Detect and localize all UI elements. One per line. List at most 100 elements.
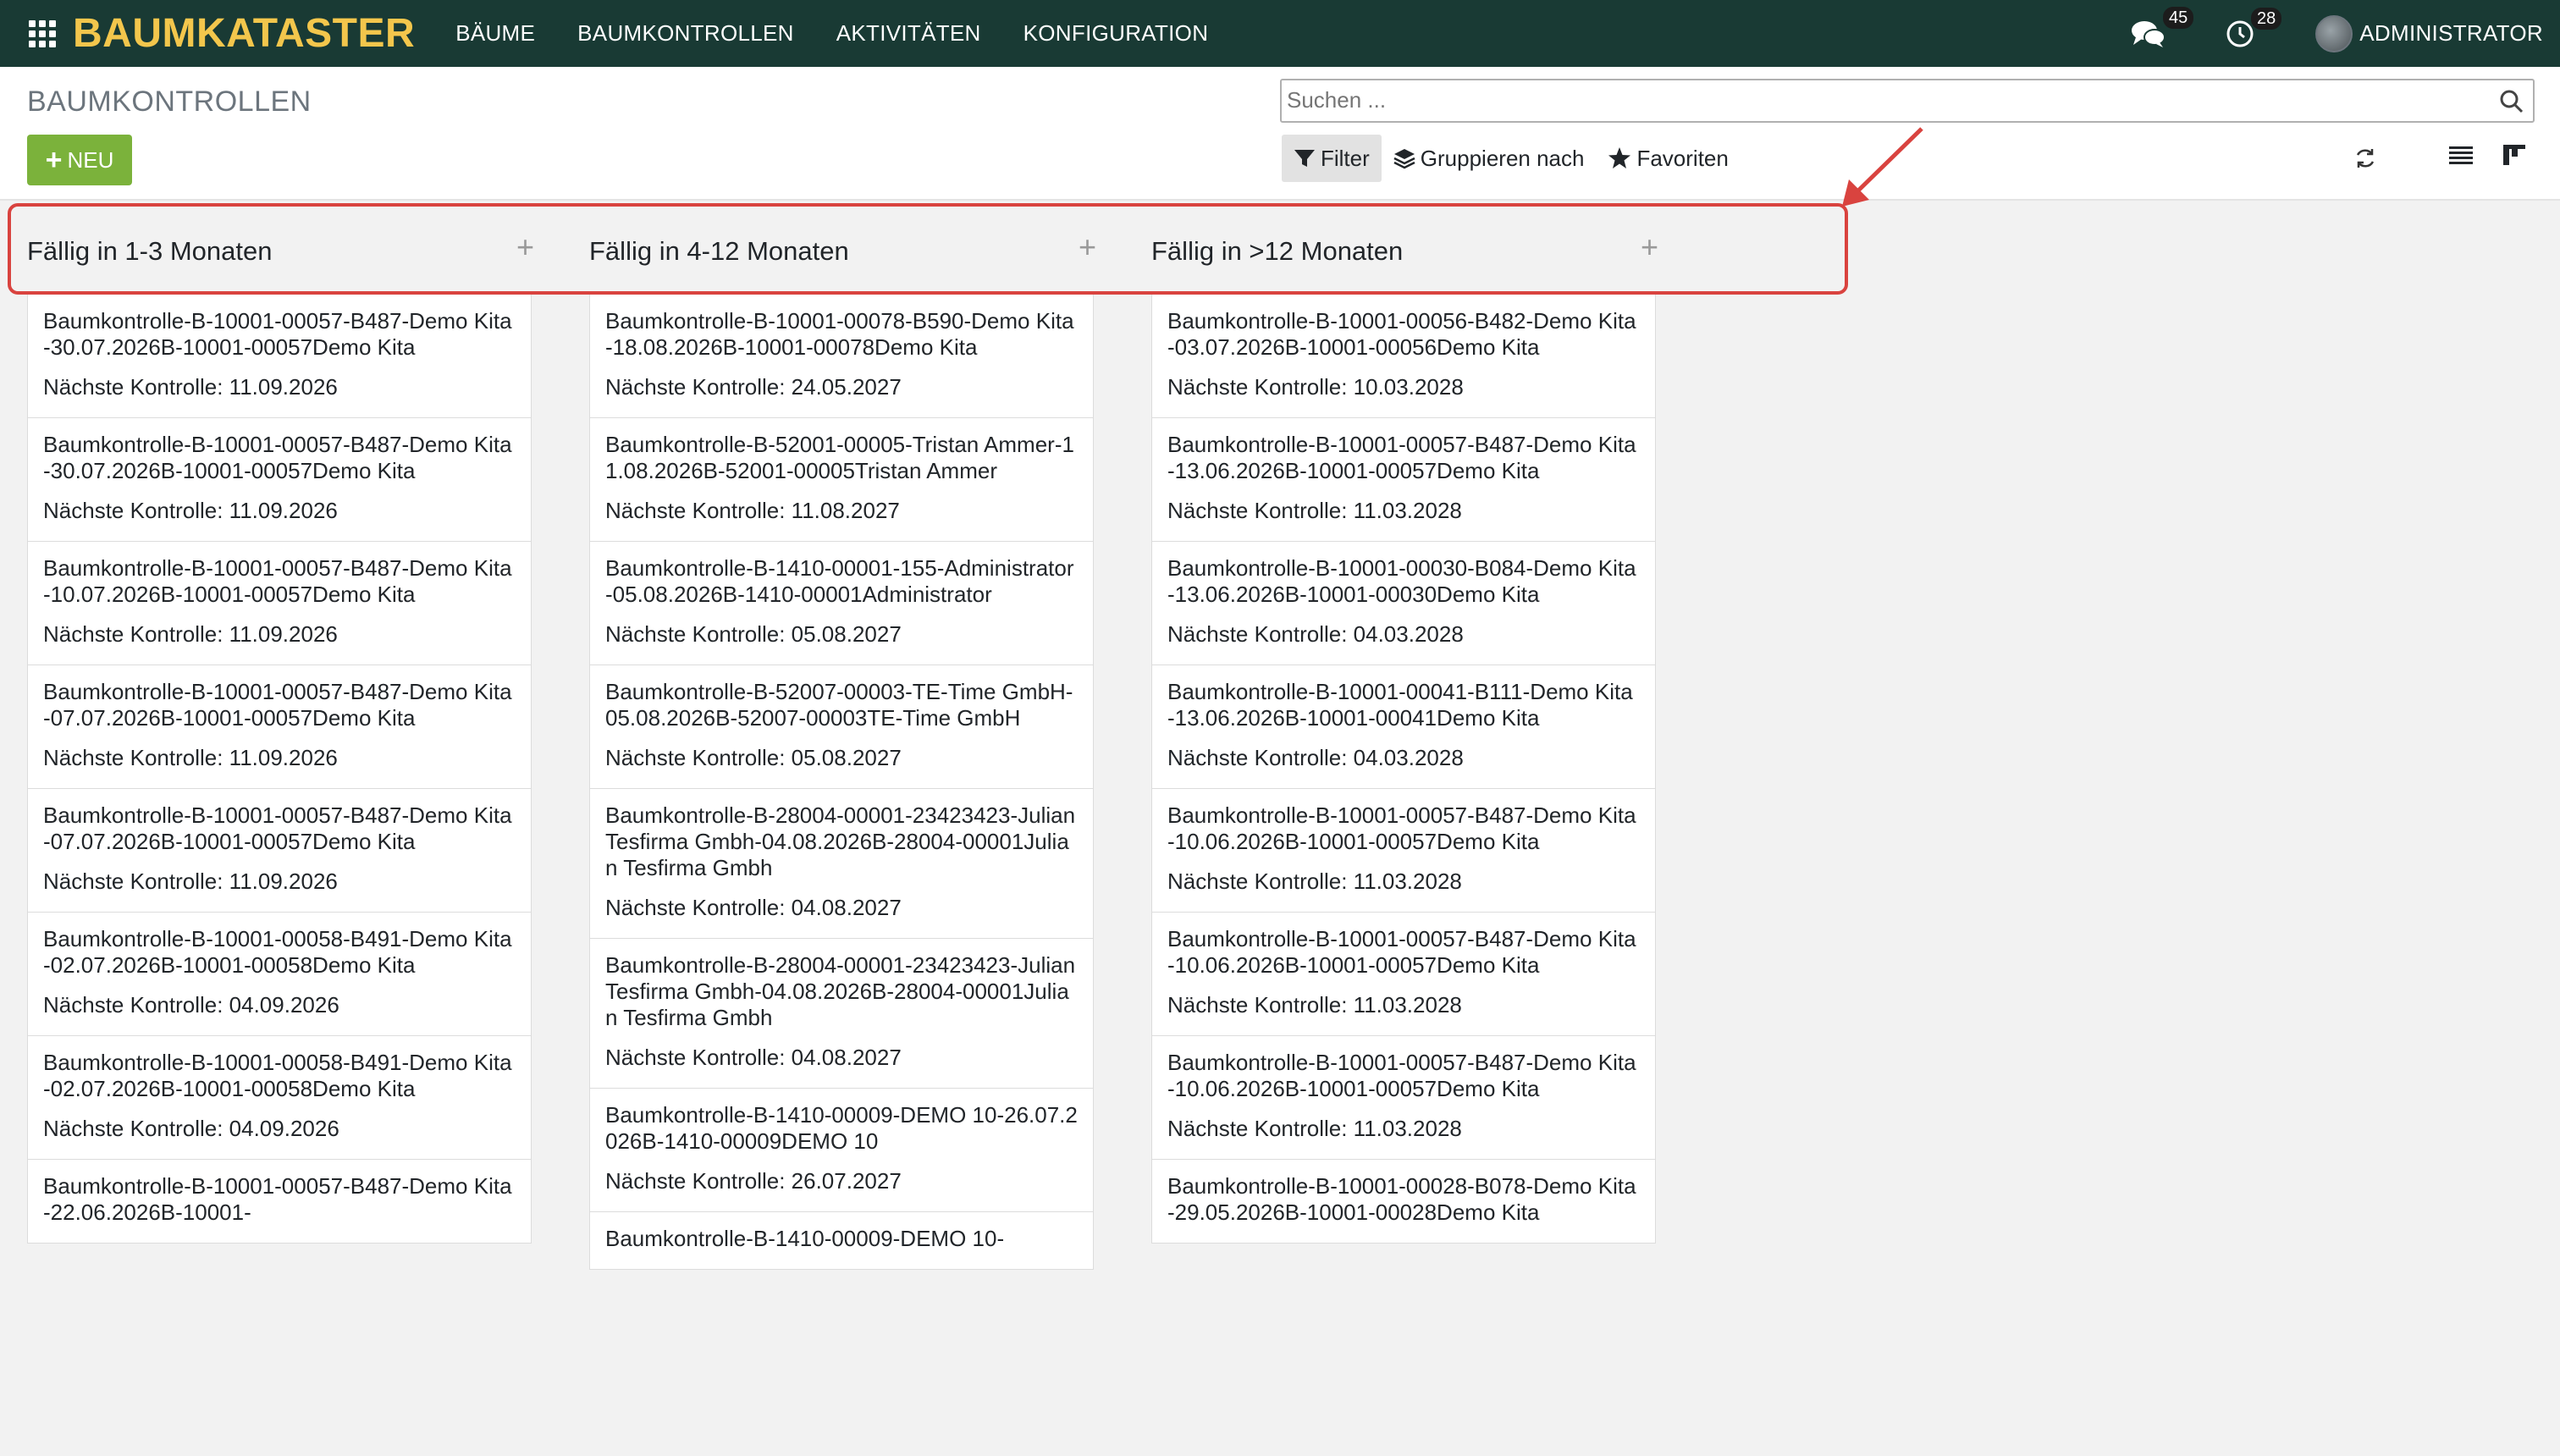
menu-item-aktivitaeten[interactable]: AKTIVITÄTEN	[836, 20, 981, 47]
card-title: Baumkontrolle-B-10001-00057-B487-Demo Ki…	[1167, 1050, 1636, 1101]
card-next-check: Nächste Kontrolle: 05.08.2027	[605, 745, 902, 770]
messages-count-badge: 45	[2163, 6, 2194, 29]
kanban-card[interactable]: Baumkontrolle-B-10001-00057-B487-Demo Ki…	[27, 1160, 532, 1244]
kanban-card[interactable]: Baumkontrolle-B-28004-00001-23423423-Jul…	[589, 789, 1094, 939]
card-title: Baumkontrolle-B-10001-00057-B487-Demo Ki…	[43, 555, 512, 607]
kanban-card[interactable]: Baumkontrolle-B-10001-00057-B487-Demo Ki…	[27, 789, 532, 913]
filter-button[interactable]: Filter	[1282, 135, 1382, 182]
card-title: Baumkontrolle-B-28004-00001-23423423-Jul…	[605, 802, 1076, 880]
card-title: Baumkontrolle-B-10001-00057-B487-Demo Ki…	[43, 1173, 512, 1225]
card-title: Baumkontrolle-B-10001-00028-B078-Demo Ki…	[1167, 1173, 1636, 1225]
kanban-card[interactable]: Baumkontrolle-B-10001-00030-B084-Demo Ki…	[1151, 542, 1656, 665]
card-title: Baumkontrolle-B-10001-00057-B487-Demo Ki…	[43, 308, 512, 360]
clock-icon	[2226, 20, 2254, 47]
kanban-board: Fällig in 1-3 Monaten + Fällig in 4-12 M…	[0, 201, 2560, 1456]
kanban-card[interactable]: Baumkontrolle-B-52001-00005-Tristan Amme…	[589, 418, 1094, 542]
kanban-card[interactable]: Baumkontrolle-B-28004-00001-23423423-Jul…	[589, 939, 1094, 1089]
list-view-icon[interactable]	[2448, 144, 2474, 166]
card-next-check: Nächste Kontrolle: 04.03.2028	[1167, 745, 1464, 770]
group-by-label: Gruppieren nach	[1420, 145, 1585, 171]
kanban-card[interactable]: Baumkontrolle-B-10001-00057-B487-Demo Ki…	[1151, 913, 1656, 1036]
card-title: Baumkontrolle-B-52001-00005-Tristan Amme…	[605, 432, 1074, 483]
kanban-card[interactable]: Baumkontrolle-B-10001-00028-B078-Demo Ki…	[1151, 1160, 1656, 1244]
chat-bubbles-icon	[2132, 20, 2166, 47]
card-title: Baumkontrolle-B-10001-00058-B491-Demo Ki…	[43, 1050, 512, 1101]
kanban-card[interactable]: Baumkontrolle-B-10001-00057-B487-Demo Ki…	[27, 542, 532, 665]
favorites-button[interactable]: Favoriten	[1596, 135, 1740, 182]
apps-grid-icon[interactable]	[29, 19, 56, 47]
navbar-right: 45 28 ADMINISTRATOR	[2131, 0, 2560, 67]
card-title: Baumkontrolle-B-10001-00057-B487-Demo Ki…	[43, 432, 512, 483]
kanban-card[interactable]: Baumkontrolle-B-10001-00057-B487-Demo Ki…	[27, 665, 532, 789]
kanban-card[interactable]: Baumkontrolle-B-10001-00056-B482-Demo Ki…	[1151, 294, 1656, 418]
kanban-card[interactable]: Baumkontrolle-B-10001-00057-B487-Demo Ki…	[27, 418, 532, 542]
main-menu: BÄUME BAUMKONTROLLEN AKTIVITÄTEN KONFIGU…	[455, 20, 1250, 47]
card-title: Baumkontrolle-B-10001-00057-B487-Demo Ki…	[1167, 926, 1636, 978]
activities-button[interactable]: 28	[2226, 7, 2282, 48]
control-panel: BAUMKONTROLLEN + NEU Filter Gruppieren n…	[0, 67, 2560, 201]
card-title: Baumkontrolle-B-10001-00057-B487-Demo Ki…	[1167, 432, 1636, 483]
kanban-card[interactable]: Baumkontrolle-B-10001-00057-B487-Demo Ki…	[1151, 1036, 1656, 1160]
menu-item-konfiguration[interactable]: KONFIGURATION	[1023, 20, 1209, 47]
card-next-check: Nächste Kontrolle: 11.03.2028	[1167, 498, 1462, 523]
card-title: Baumkontrolle-B-28004-00001-23423423-Jul…	[605, 952, 1076, 1030]
card-next-check: Nächste Kontrolle: 11.03.2028	[1167, 869, 1462, 894]
new-button-label: NEU	[67, 146, 114, 173]
menu-item-baeume[interactable]: BÄUME	[455, 20, 535, 47]
card-title: Baumkontrolle-B-10001-00057-B487-Demo Ki…	[43, 802, 512, 854]
card-next-check: Nächste Kontrolle: 11.09.2026	[43, 374, 338, 400]
breadcrumb-title: BAUMKONTROLLEN	[27, 85, 312, 118]
kanban-view-icon[interactable]	[2502, 143, 2526, 167]
card-title: Baumkontrolle-B-52007-00003-TE-Time GmbH…	[605, 679, 1073, 731]
kanban-card[interactable]: Baumkontrolle-B-10001-00057-B487-Demo Ki…	[27, 294, 532, 418]
messages-button[interactable]: 45	[2131, 6, 2194, 49]
kanban-card[interactable]: Baumkontrolle-B-52007-00003-TE-Time GmbH…	[589, 665, 1094, 789]
view-switcher	[2448, 143, 2526, 167]
favorites-label: Favoriten	[1636, 145, 1729, 171]
card-next-check: Nächste Kontrolle: 26.07.2027	[605, 1168, 902, 1194]
card-next-check: Nächste Kontrolle: 11.09.2026	[43, 621, 338, 647]
user-menu[interactable]: ADMINISTRATOR	[2359, 20, 2543, 47]
card-next-check: Nächste Kontrolle: 11.08.2027	[605, 498, 900, 523]
card-next-check: Nächste Kontrolle: 24.05.2027	[605, 374, 902, 400]
card-title: Baumkontrolle-B-1410-00001-155-Administr…	[605, 555, 1074, 607]
user-avatar[interactable]	[2315, 14, 2353, 52]
card-title: Baumkontrolle-B-1410-00009-DEMO 10-26.07…	[605, 1102, 1078, 1154]
kanban-column-over-12: Baumkontrolle-B-10001-00056-B482-Demo Ki…	[1151, 294, 1656, 1244]
card-next-check: Nächste Kontrolle: 11.03.2028	[1167, 992, 1462, 1018]
card-next-check: Nächste Kontrolle: 11.09.2026	[43, 498, 338, 523]
top-navbar: BAUMKATASTER BÄUME BAUMKONTROLLEN AKTIVI…	[0, 0, 2560, 67]
search-box	[1280, 79, 2535, 123]
app-brand[interactable]: BAUMKATASTER	[73, 10, 415, 57]
search-icon[interactable]	[2499, 89, 2524, 114]
kanban-card[interactable]: Baumkontrolle-B-10001-00058-B491-Demo Ki…	[27, 913, 532, 1036]
card-title: Baumkontrolle-B-10001-00041-B111-Demo Ki…	[1167, 679, 1633, 731]
menu-item-baumkontrollen[interactable]: BAUMKONTROLLEN	[577, 20, 794, 47]
star-icon	[1608, 147, 1631, 168]
card-next-check: Nächste Kontrolle: 04.08.2027	[605, 895, 902, 920]
card-next-check: Nächste Kontrolle: 11.09.2026	[43, 869, 338, 894]
layers-icon	[1393, 149, 1415, 169]
search-input[interactable]	[1282, 80, 2467, 119]
kanban-card[interactable]: Baumkontrolle-B-1410-00001-155-Administr…	[589, 542, 1094, 665]
kanban-card[interactable]: Baumkontrolle-B-10001-00078-B590-Demo Ki…	[589, 294, 1094, 418]
card-next-check: Nächste Kontrolle: 04.03.2028	[1167, 621, 1464, 647]
new-button[interactable]: + NEU	[27, 135, 132, 185]
group-by-button[interactable]: Gruppieren nach	[1382, 135, 1597, 182]
card-next-check: Nächste Kontrolle: 10.03.2028	[1167, 374, 1464, 400]
card-next-check: Nächste Kontrolle: 11.03.2028	[1167, 1116, 1462, 1141]
column-headers-highlight	[8, 203, 1848, 295]
kanban-card[interactable]: Baumkontrolle-B-1410-00009-DEMO 10-26.07…	[589, 1089, 1094, 1212]
kanban-card[interactable]: Baumkontrolle-B-1410-00009-DEMO 10-	[589, 1212, 1094, 1270]
kanban-card[interactable]: Baumkontrolle-B-10001-00058-B491-Demo Ki…	[27, 1036, 532, 1160]
kanban-card[interactable]: Baumkontrolle-B-10001-00057-B487-Demo Ki…	[1151, 789, 1656, 913]
card-next-check: Nächste Kontrolle: 04.08.2027	[605, 1045, 902, 1070]
refresh-icon[interactable]	[2353, 146, 2377, 170]
card-title: Baumkontrolle-B-10001-00058-B491-Demo Ki…	[43, 926, 512, 978]
kanban-card[interactable]: Baumkontrolle-B-10001-00041-B111-Demo Ki…	[1151, 665, 1656, 789]
card-title: Baumkontrolle-B-10001-00056-B482-Demo Ki…	[1167, 308, 1636, 360]
funnel-icon	[1294, 150, 1315, 167]
kanban-card[interactable]: Baumkontrolle-B-10001-00057-B487-Demo Ki…	[1151, 418, 1656, 542]
card-title: Baumkontrolle-B-10001-00030-B084-Demo Ki…	[1167, 555, 1636, 607]
card-title: Baumkontrolle-B-10001-00078-B590-Demo Ki…	[605, 308, 1074, 360]
